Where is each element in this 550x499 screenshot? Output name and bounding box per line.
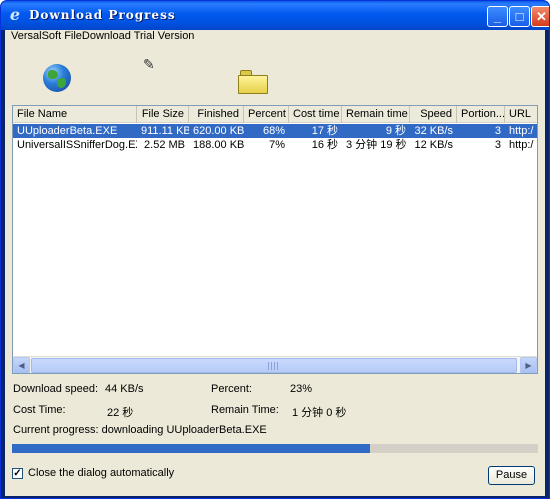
check-icon: ✓ bbox=[13, 468, 22, 479]
progress-fill bbox=[12, 444, 370, 453]
file-size-cell: 911.11 KB bbox=[141, 125, 189, 137]
window-title: Download Progress bbox=[29, 8, 176, 22]
percent-label: Percent: bbox=[211, 383, 252, 395]
column-header-remain-time[interactable]: Remain time bbox=[342, 106, 410, 123]
column-header-portion[interactable]: Portion... bbox=[457, 106, 505, 123]
list-row[interactable]: UUploaderBeta.EXE 911.11 KB 620.00 KB 68… bbox=[13, 124, 537, 138]
remain-time-label: Remain Time: bbox=[211, 404, 279, 416]
title-bar[interactable]: e Download Progress _ □ ✕ bbox=[1, 1, 549, 30]
finished-cell: 620.00 KB bbox=[193, 125, 244, 137]
list-row[interactable]: UniversalISSnifferDog.EXE 2.52 MB 188.00… bbox=[13, 138, 537, 152]
current-progress-text: Current progress: downloading UUploaderB… bbox=[13, 424, 267, 436]
maximize-button[interactable]: □ bbox=[509, 6, 530, 27]
dialog-client: VersalSoft FileDownload Trial Version ✎ … bbox=[5, 30, 545, 496]
download-progress-window: e Download Progress _ □ ✕ VersalSoft Fil… bbox=[0, 0, 550, 499]
file-size-cell: 2.52 MB bbox=[144, 139, 185, 151]
speed-cell: 32 KB/s bbox=[414, 125, 453, 137]
percent-value: 23% bbox=[290, 383, 313, 395]
remain-time-cell: 3 分钟 19 秒 bbox=[346, 139, 407, 151]
cost-time-cell: 17 秒 bbox=[311, 125, 338, 137]
file-name-cell: UUploaderBeta.EXE bbox=[17, 125, 118, 137]
progress-bar bbox=[12, 444, 538, 453]
folder-icon[interactable] bbox=[238, 70, 268, 94]
column-header-file-size[interactable]: File Size bbox=[137, 106, 189, 123]
column-header-finished[interactable]: Finished bbox=[189, 106, 244, 123]
download-list[interactable]: File Name File Size Finished Percent Cos… bbox=[12, 105, 538, 374]
column-header-cost-time[interactable]: Cost time bbox=[289, 106, 342, 123]
auto-close-label[interactable]: Close the dialog automatically bbox=[28, 467, 174, 479]
portion-cell: 3 bbox=[494, 125, 501, 137]
pen-icon[interactable]: ✎ bbox=[143, 57, 161, 71]
globe-icon[interactable] bbox=[43, 64, 71, 92]
remain-time-value: 1 分钟 0 秒 bbox=[292, 407, 347, 419]
product-name: VersalSoft FileDownload Trial Version bbox=[11, 30, 195, 42]
column-header-file-name[interactable]: File Name bbox=[13, 106, 137, 123]
ie-icon: e bbox=[9, 5, 21, 24]
url-cell: http:/ bbox=[509, 139, 534, 151]
scroll-right-button[interactable]: ▶ bbox=[520, 357, 537, 373]
scroll-left-button[interactable]: ◀ bbox=[13, 357, 30, 373]
percent-cell: 68% bbox=[262, 125, 285, 137]
horizontal-scrollbar[interactable]: ◀ ▶ bbox=[13, 356, 537, 373]
file-name-cell: UniversalISSnifferDog.EXE bbox=[17, 139, 137, 151]
cost-time-cell: 16 秒 bbox=[311, 139, 338, 151]
column-header-speed[interactable]: Speed bbox=[410, 106, 457, 123]
cost-time-value: 22 秒 bbox=[107, 407, 134, 419]
cost-time-label: Cost Time: bbox=[13, 404, 66, 416]
download-speed-value: 44 KB/s bbox=[105, 383, 144, 395]
download-speed-label: Download speed: bbox=[13, 383, 99, 395]
pause-button[interactable]: Pause bbox=[488, 466, 535, 485]
percent-cell: 7% bbox=[269, 139, 285, 151]
auto-close-checkbox[interactable]: ✓ bbox=[12, 468, 23, 479]
remain-time-cell: 9 秒 bbox=[385, 125, 406, 137]
scrollbar-thumb[interactable] bbox=[31, 358, 517, 373]
finished-cell: 188.00 KB bbox=[193, 139, 244, 151]
portion-cell: 3 bbox=[494, 139, 501, 151]
close-button[interactable]: ✕ bbox=[531, 6, 549, 27]
speed-cell: 12 KB/s bbox=[414, 139, 453, 151]
minimize-button[interactable]: _ bbox=[487, 6, 508, 27]
url-cell: http:/ bbox=[509, 125, 534, 137]
list-header: File Name File Size Finished Percent Cos… bbox=[13, 106, 537, 123]
column-header-url[interactable]: URL bbox=[505, 106, 537, 123]
column-header-percent[interactable]: Percent bbox=[244, 106, 289, 123]
